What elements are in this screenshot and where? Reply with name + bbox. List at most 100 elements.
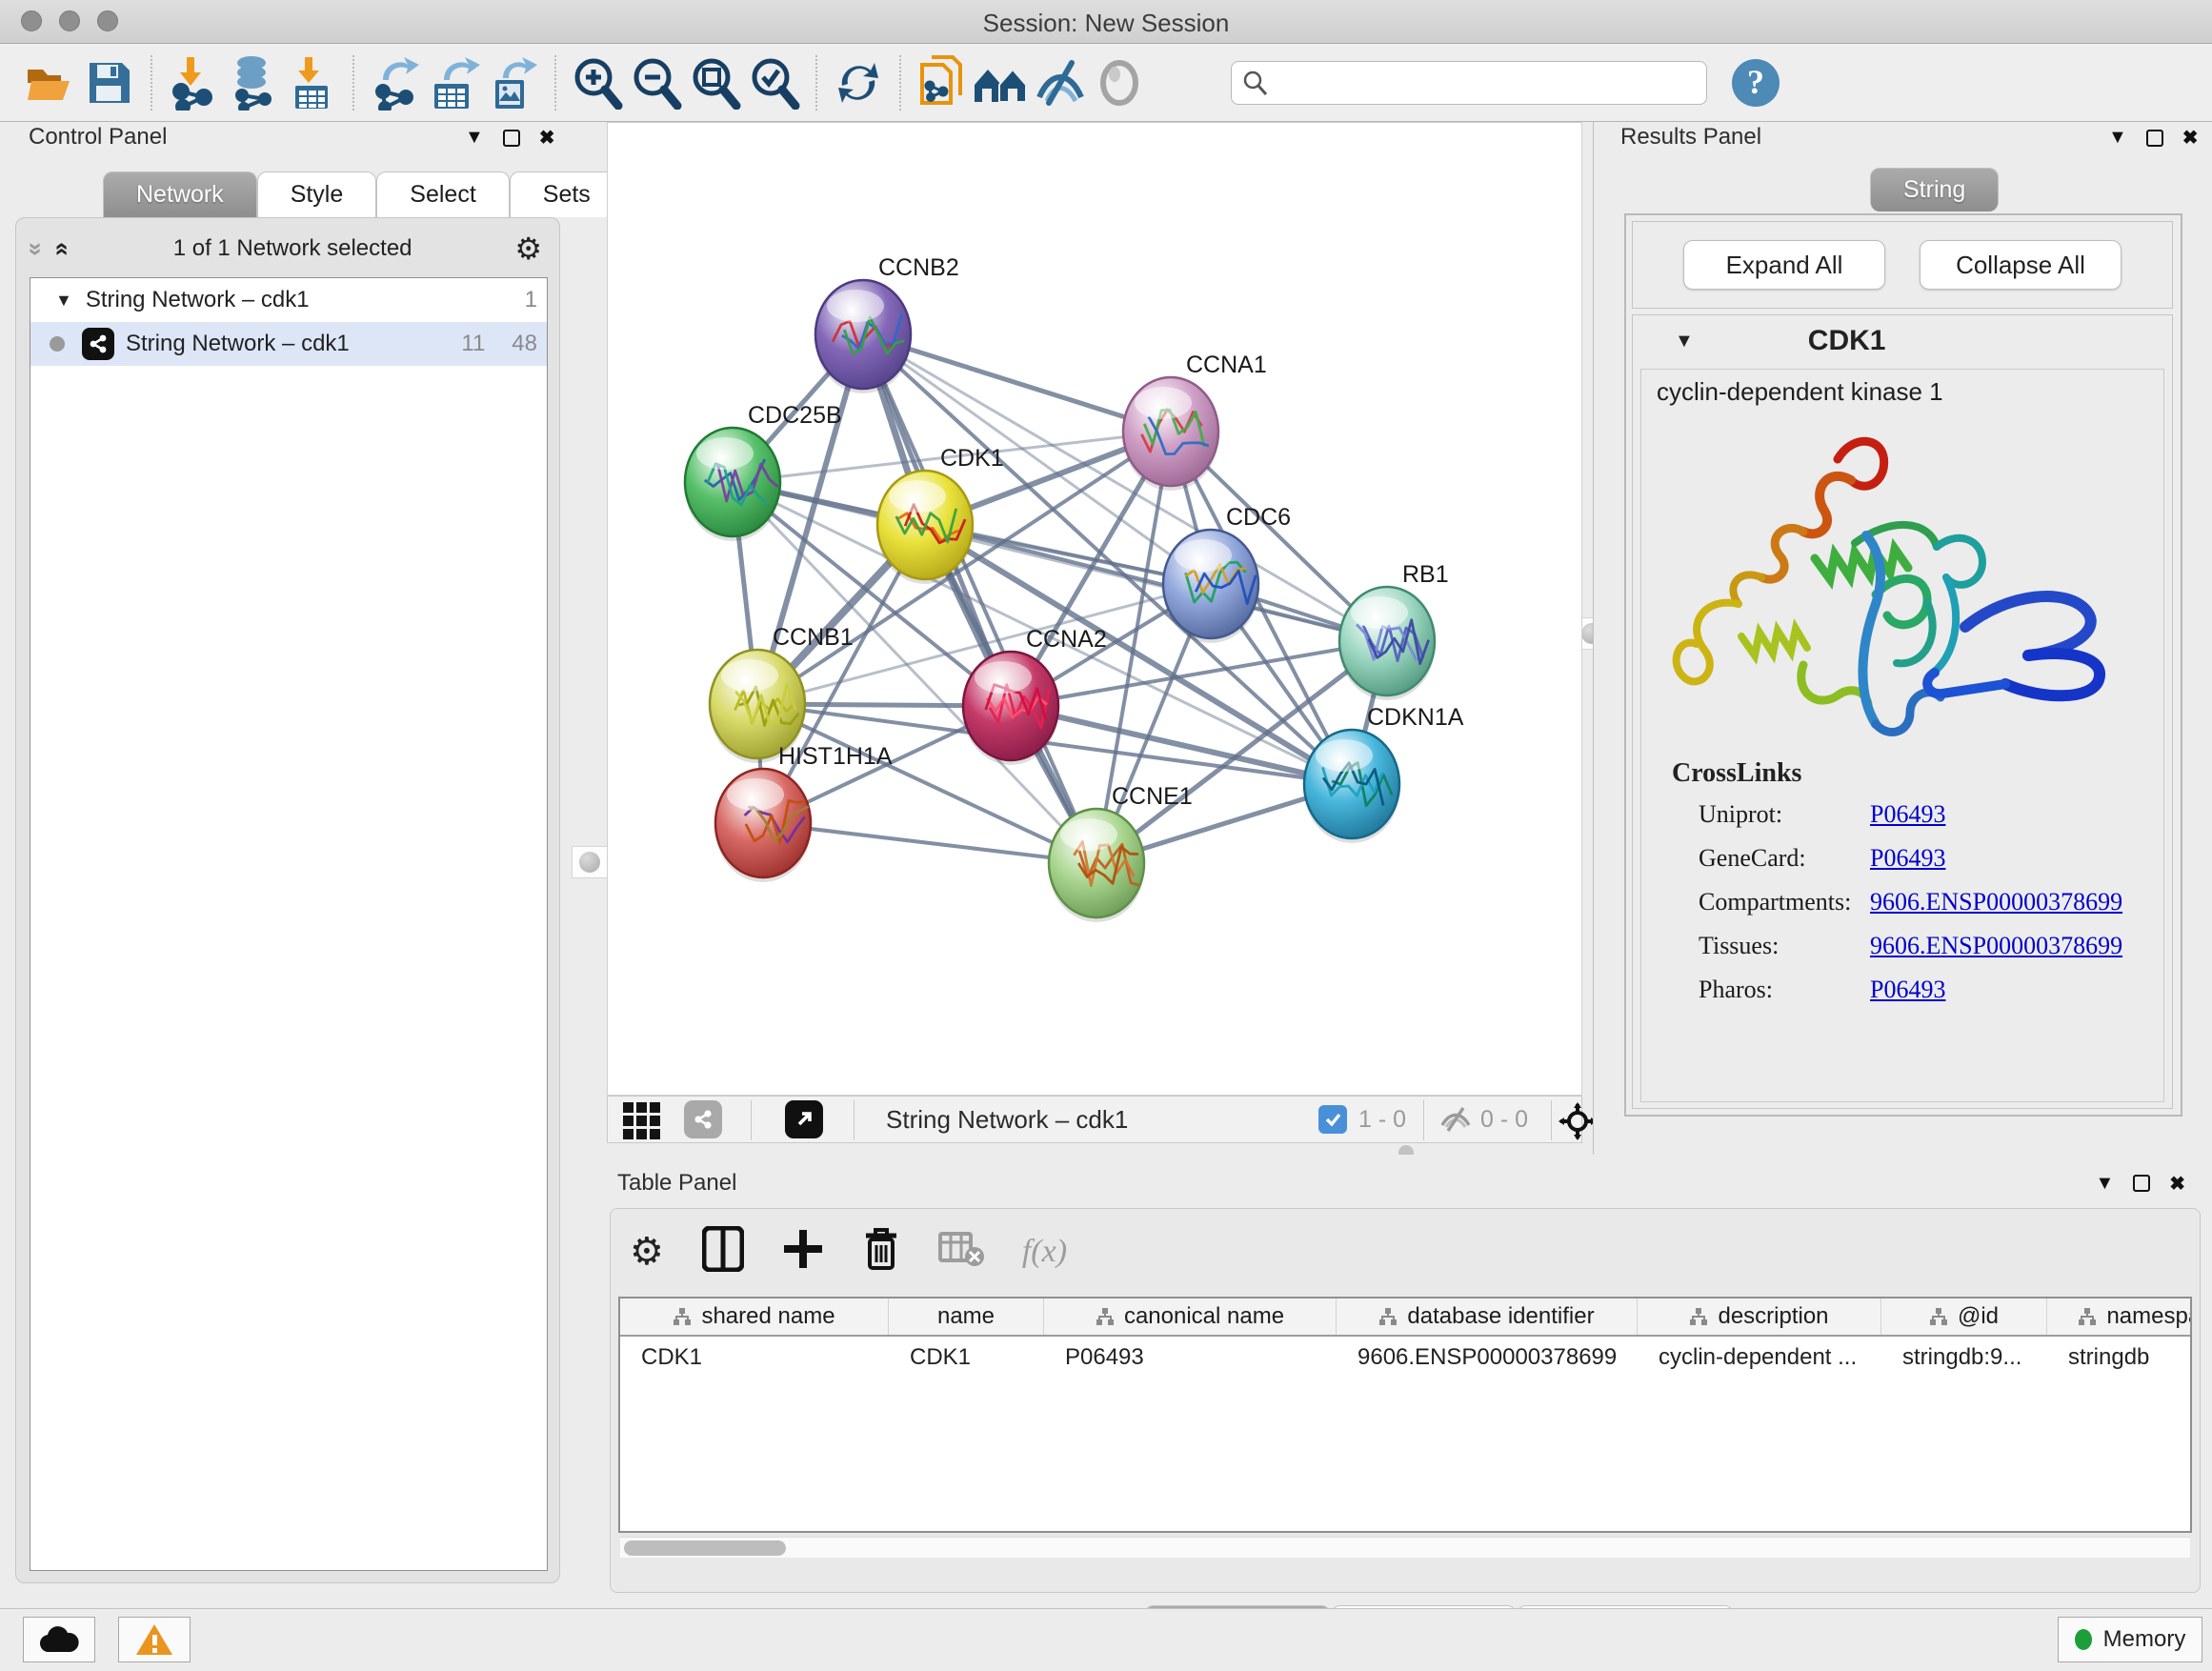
collapse-all-icon[interactable]: » (22, 242, 51, 255)
float-panel-icon[interactable]: ▼ (2108, 127, 2127, 149)
node-label-CCNA2: CCNA2 (1026, 626, 1107, 653)
expand-all-icon[interactable]: « (49, 242, 78, 255)
close-panel-icon[interactable]: ✖ (539, 126, 555, 150)
zoom-fit-icon[interactable] (686, 53, 745, 112)
export-network-icon[interactable] (366, 53, 425, 112)
network-row[interactable]: String Network – cdk1 11 48 (30, 322, 547, 366)
tab-network[interactable]: Network (103, 171, 257, 217)
zoom-out-icon[interactable] (627, 53, 686, 112)
clone-network-icon[interactable] (913, 53, 972, 112)
vertical-splitter-handle[interactable] (572, 846, 608, 878)
table-cell[interactable]: CDK1 (889, 1344, 1044, 1371)
crosslink-row: Tissues:9606.ENSP00000378699 (1699, 932, 2156, 960)
fit-content-crosshair-icon[interactable] (1558, 1102, 1597, 1145)
maximize-panel-icon[interactable] (2133, 1175, 2150, 1192)
table-cell[interactable]: stringdb (2047, 1344, 2192, 1371)
add-column-icon[interactable] (782, 1228, 824, 1275)
main-toolbar: ? (0, 44, 2212, 122)
table-options-gear-icon[interactable]: ⚙ (630, 1230, 664, 1274)
network-current-icon (50, 336, 65, 352)
export-image-icon[interactable] (484, 53, 543, 112)
maximize-panel-icon[interactable] (2146, 130, 2163, 147)
birdseye-icon[interactable] (1090, 53, 1149, 112)
network-list-header: » « 1 of 1 Network selected ⚙ (30, 226, 548, 272)
column-header--id[interactable]: @id (1881, 1299, 2047, 1335)
crosslink-link[interactable]: 9606.ENSP00000378699 (1870, 888, 2122, 916)
table-cell[interactable]: cyclin-dependent ... (1638, 1344, 1881, 1371)
tab-style[interactable]: Style (257, 171, 377, 217)
import-database-icon[interactable] (223, 53, 282, 112)
string-home-icon[interactable] (972, 53, 1031, 112)
collapse-all-button[interactable]: Collapse All (1920, 240, 2122, 290)
zoom-in-icon[interactable] (568, 53, 627, 112)
import-network-icon[interactable] (164, 53, 223, 112)
node-label-HIST1H1A: HIST1H1A (778, 743, 893, 770)
toolbar-separator (1551, 1100, 1552, 1140)
column-header-database-identifier[interactable]: database identifier (1337, 1299, 1638, 1335)
gene-section-header[interactable]: ▼ CDK1 (1633, 315, 2172, 367)
float-panel-icon[interactable]: ▼ (465, 127, 484, 149)
warning-status-button[interactable] (118, 1617, 191, 1662)
crosslink-link[interactable]: P06493 (1870, 844, 1945, 873)
cloud-status-button[interactable] (23, 1617, 95, 1662)
network-options-gear-icon[interactable]: ⚙ (514, 231, 542, 267)
tab-select[interactable]: Select (376, 171, 509, 217)
results-panel-tabs: String (1870, 168, 1999, 211)
import-table-icon[interactable] (282, 53, 341, 112)
expand-collapse-box: Expand All Collapse All (1632, 221, 2173, 309)
table-row[interactable]: CDK1CDK1P064939606.ENSP00000378699cyclin… (620, 1337, 2190, 1379)
hide-panel-icon[interactable] (1031, 53, 1090, 112)
maximize-panel-icon[interactable] (503, 130, 520, 147)
network-collection-row[interactable]: ▼ String Network – cdk1 1 (30, 278, 547, 322)
tree-expander-icon[interactable]: ▼ (55, 291, 72, 311)
table-panel: Table Panel ▼ ✖ ⚙ f(x) shared namenameca… (591, 1155, 2212, 1608)
toolbar-separator (151, 55, 152, 111)
memory-button[interactable]: Memory (2058, 1617, 2202, 1662)
close-panel-icon[interactable]: ✖ (2182, 126, 2199, 150)
network-node-HIST1H1A[interactable]: HIST1H1A (715, 743, 893, 882)
table-header-row: shared namenamecanonical namedatabase id… (620, 1299, 2190, 1337)
table-cell[interactable]: CDK1 (620, 1344, 889, 1371)
column-header-name[interactable]: name (889, 1299, 1044, 1335)
selected-checkbox-icon[interactable] (1318, 1105, 1347, 1134)
tab-string[interactable]: String (1870, 168, 1999, 211)
network-node-CCNA1[interactable]: CCNA1 (1123, 352, 1267, 491)
scrollbar-thumb[interactable] (624, 1540, 786, 1556)
network-node-CDKN1A[interactable]: CDKN1A (1304, 704, 1464, 843)
help-icon[interactable]: ? (1726, 53, 1785, 112)
column-header-canonical-name[interactable]: canonical name (1044, 1299, 1337, 1335)
network-node-CCNB2[interactable]: CCNB2 (815, 254, 959, 393)
toolbar-search-input[interactable] (1270, 69, 1679, 97)
refresh-icon[interactable] (829, 53, 888, 112)
column-header-shared-name[interactable]: shared name (620, 1299, 889, 1335)
table-cell[interactable]: P06493 (1044, 1344, 1337, 1371)
section-expander-icon[interactable]: ▼ (1675, 331, 1694, 352)
expand-all-button[interactable]: Expand All (1683, 240, 1885, 290)
crosslink-link[interactable]: P06493 (1870, 800, 1945, 829)
close-panel-icon[interactable]: ✖ (2169, 1172, 2185, 1196)
show-columns-icon[interactable] (702, 1226, 744, 1277)
network-node-RB1[interactable]: RB1 (1339, 561, 1449, 700)
string-view-icon[interactable] (684, 1100, 722, 1138)
table-cell[interactable]: stringdb:9... (1881, 1344, 2047, 1371)
open-in-browser-icon[interactable] (785, 1100, 823, 1138)
grid-view-icon[interactable] (623, 1102, 660, 1139)
crosslink-link[interactable]: 9606.ENSP00000378699 (1870, 932, 2122, 960)
open-session-icon[interactable] (21, 53, 80, 112)
column-header-namespace[interactable]: namespace (2047, 1299, 2192, 1335)
table-cell[interactable]: 9606.ENSP00000378699 (1337, 1344, 1638, 1371)
network-label: String Network – cdk1 (126, 331, 350, 357)
export-table-icon[interactable] (425, 53, 484, 112)
network-edge-HIST1H1A-CCNE1[interactable] (763, 823, 1096, 863)
crosslink-link[interactable]: P06493 (1870, 976, 1945, 1004)
network-edge-CCNB2-CCNE1[interactable] (863, 334, 1096, 863)
float-panel-icon[interactable]: ▼ (2095, 1173, 2114, 1195)
network-canvas[interactable]: CCNB2CCNA1CDC25BCDK1CDC6RB1CCNB1CCNA2CDK… (607, 122, 1582, 1096)
table-hscrollbar[interactable] (620, 1537, 2190, 1558)
save-session-icon[interactable] (80, 53, 139, 112)
node-label-CCNB2: CCNB2 (878, 254, 959, 281)
delete-column-icon[interactable] (862, 1226, 900, 1277)
column-header-description[interactable]: description (1638, 1299, 1881, 1335)
crosslink-label: GeneCard: (1699, 844, 1870, 873)
zoom-selected-icon[interactable] (745, 53, 804, 112)
